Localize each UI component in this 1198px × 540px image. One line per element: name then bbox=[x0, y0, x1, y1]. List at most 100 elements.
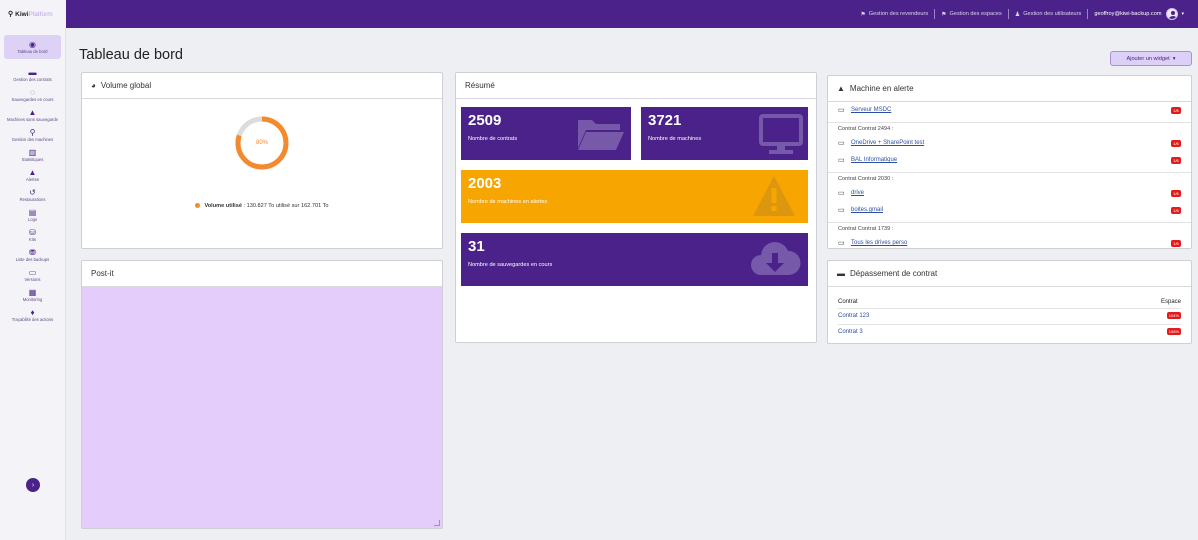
machine-link[interactable]: drive bbox=[851, 190, 1171, 196]
dashboard-icon: ◉ bbox=[29, 40, 36, 49]
nav-users-label: Gestion des utilisateurs bbox=[1023, 11, 1082, 17]
tile-value: 2003 bbox=[468, 175, 502, 192]
table-row[interactable]: Contrat 123 104% bbox=[838, 308, 1181, 319]
bar-chart-icon: ▥ bbox=[28, 148, 37, 157]
postit-panel: Post-it bbox=[81, 260, 443, 529]
sidebar-item-logs[interactable]: ▤ Logs bbox=[0, 208, 65, 222]
app-logo[interactable]: ⚲ Kiwi Platform bbox=[0, 0, 66, 28]
list-item: ▭ OneDrive + SharePoint test 1/6 bbox=[838, 139, 1181, 147]
folder-open-icon bbox=[578, 120, 624, 150]
resize-handle[interactable] bbox=[434, 520, 440, 526]
sidebar-item-dashboard[interactable]: ◉ Tableau de bord bbox=[4, 35, 61, 59]
sidebar-item-label: Gestion des contrats bbox=[13, 77, 52, 82]
nav-users[interactable]: ♟ Gestion des utilisateurs bbox=[1009, 11, 1088, 18]
pie-chart-icon: ◕ bbox=[91, 81, 96, 90]
contract-group-label: Contrat Contrat 2494 : bbox=[838, 126, 894, 132]
panel-title: Machine en alerte bbox=[849, 84, 914, 93]
panel-header: ▲ Machine en alerte bbox=[828, 76, 1191, 102]
list-item: ▭ drive 1/6 bbox=[838, 189, 1181, 197]
legend-dot bbox=[195, 203, 201, 209]
contract-group-label: Contrat Contrat 2030 : bbox=[838, 176, 894, 182]
add-widget-button[interactable]: Ajouter un widget ▾ bbox=[1110, 51, 1192, 66]
alert-badge: 1/6 bbox=[1171, 106, 1181, 114]
list-item: ▭ BAL Informatique 1/6 bbox=[838, 156, 1181, 164]
monitor-icon: ▭ bbox=[28, 268, 37, 277]
machine-link[interactable]: OneDrive + SharePoint test bbox=[851, 140, 1171, 146]
sidebar-item-label: Alertes bbox=[25, 177, 40, 182]
tile-label: Nombre de machines en alertes bbox=[468, 199, 548, 205]
list-item: ▭ boites.gmail 1/6 bbox=[838, 206, 1181, 214]
volume-legend: Volume utilisé : 130.827 To utilisé sur … bbox=[82, 203, 442, 209]
user-icon: ♟ bbox=[1014, 11, 1021, 18]
contract-link[interactable]: Contrat 3 bbox=[838, 329, 863, 335]
tile-backups-running[interactable]: 31 Nombre de sauvegardes en cours bbox=[461, 233, 808, 286]
logo-accent-text: Platform bbox=[28, 10, 53, 18]
sidebar-item-label: Gestion des machines bbox=[11, 137, 54, 142]
sidebar-item-statistics[interactable]: ▥ Statistiques bbox=[0, 148, 65, 162]
alert-badge: 1/6 bbox=[1171, 156, 1181, 164]
contract-link[interactable]: Contrat 123 bbox=[838, 313, 869, 319]
overrun-badge: 108% bbox=[1166, 328, 1181, 335]
flag-icon: ⚑ bbox=[860, 11, 866, 18]
alert-badge: 1/6 bbox=[1171, 206, 1181, 214]
legend-value: : 130.827 To utilisé sur 162.701 To bbox=[243, 203, 329, 209]
sidebar-item-label: Statistiques bbox=[21, 157, 44, 162]
sidebar-item-backups-running[interactable]: ◌ Sauvegardes en cours bbox=[0, 88, 65, 102]
logo-icon: ⚲ bbox=[8, 11, 14, 18]
machine-link[interactable]: Tous les drives perso bbox=[851, 240, 1171, 246]
logo-text: Kiwi bbox=[15, 10, 29, 18]
sidebar-item-traceability[interactable]: ♦ Traçabilité des actions bbox=[0, 308, 65, 322]
sidebar-item-label: Kits bbox=[29, 237, 36, 242]
machine-link[interactable]: boites.gmail bbox=[851, 207, 1171, 213]
panel-header: Post-it bbox=[82, 261, 442, 287]
monitor-icon: ▭ bbox=[838, 240, 845, 247]
nav-spaces-label: Gestion des espaces bbox=[949, 11, 1002, 17]
postit-textarea[interactable] bbox=[82, 287, 442, 528]
alert-badge: 1/6 bbox=[1171, 189, 1181, 197]
nav-spaces[interactable]: ⚑ Gestion des espaces bbox=[935, 11, 1008, 18]
avatar bbox=[1166, 8, 1179, 20]
sidebar-item-restorations[interactable]: ↺ Restaurations bbox=[0, 188, 65, 202]
sidebar-toggle-button[interactable]: › bbox=[26, 478, 40, 492]
monitor-icon: ▭ bbox=[838, 157, 845, 164]
search-icon: ⚲ bbox=[29, 128, 36, 137]
sidebar-item-monitoring[interactable]: ▦ Monitoring bbox=[0, 288, 65, 302]
top-navigation: ⚑ Gestion des revendeurs ⚑ Gestion des e… bbox=[66, 0, 1198, 28]
table-row[interactable]: Contrat 3 108% bbox=[838, 324, 1181, 335]
tile-machines-alert[interactable]: 2003 Nombre de machines en alertes bbox=[461, 170, 808, 223]
sidebar-item-machines-no-backup[interactable]: ▲ Machines sans sauvegarde bbox=[0, 108, 65, 122]
monitor-icon: ▭ bbox=[838, 207, 845, 214]
sidebar-item-versions[interactable]: ▭ Versions bbox=[0, 268, 65, 282]
panel-header: ◕ Volume global bbox=[82, 73, 442, 99]
tile-machines[interactable]: 3721 Nombre de machines bbox=[641, 107, 808, 160]
tile-label: Nombre de contrats bbox=[468, 136, 518, 142]
machine-link[interactable]: Serveur MSDC bbox=[851, 107, 1171, 113]
sidebar-item-label: Traçabilité des actions bbox=[11, 317, 54, 322]
sidebar-item-alerts[interactable]: ▲ Alertes bbox=[0, 168, 65, 182]
legend-label: Volume utilisé bbox=[204, 203, 242, 209]
diamond-icon: ♦ bbox=[30, 308, 35, 317]
chevron-down-icon: ▾ bbox=[1172, 55, 1176, 62]
sidebar-item-label: Sauvegardes en cours bbox=[11, 97, 54, 102]
chevron-down-icon: ▾ bbox=[1181, 11, 1184, 17]
list-item: ▭ Tous les drives perso 1/6 bbox=[838, 239, 1181, 247]
divider bbox=[828, 172, 1191, 173]
sidebar-item-label: Logs bbox=[27, 217, 38, 222]
nav-resellers[interactable]: ⚑ Gestion des revendeurs bbox=[854, 11, 934, 18]
sidebar-item-backup-list[interactable]: ⛃ Liste des backups bbox=[0, 248, 65, 262]
machine-link[interactable]: BAL Informatique bbox=[851, 157, 1171, 163]
resume-panel: Résumé 2509 Nombre de contrats 3721 Nomb… bbox=[455, 72, 817, 343]
alert-badge: 1/6 bbox=[1171, 239, 1181, 247]
sidebar-item-machines[interactable]: ⚲ Gestion des machines bbox=[0, 128, 65, 142]
tile-value: 2509 bbox=[468, 112, 502, 129]
panel-title: Résumé bbox=[465, 81, 495, 90]
warning-icon bbox=[753, 176, 795, 216]
sidebar-item-contracts[interactable]: ▬ Gestion des contrats bbox=[0, 68, 65, 82]
table-header: Contrat Espace bbox=[838, 299, 1181, 305]
drive-icon: ⛁ bbox=[29, 228, 36, 237]
add-widget-label: Ajouter un widget bbox=[1126, 55, 1170, 62]
sidebar-item-kits[interactable]: ⛁ Kits bbox=[0, 228, 65, 242]
user-menu[interactable]: geoffroy@kiwi-backup.com ▾ bbox=[1088, 8, 1190, 20]
tile-contracts[interactable]: 2509 Nombre de contrats bbox=[461, 107, 631, 160]
folder-icon: ▬ bbox=[28, 68, 37, 77]
